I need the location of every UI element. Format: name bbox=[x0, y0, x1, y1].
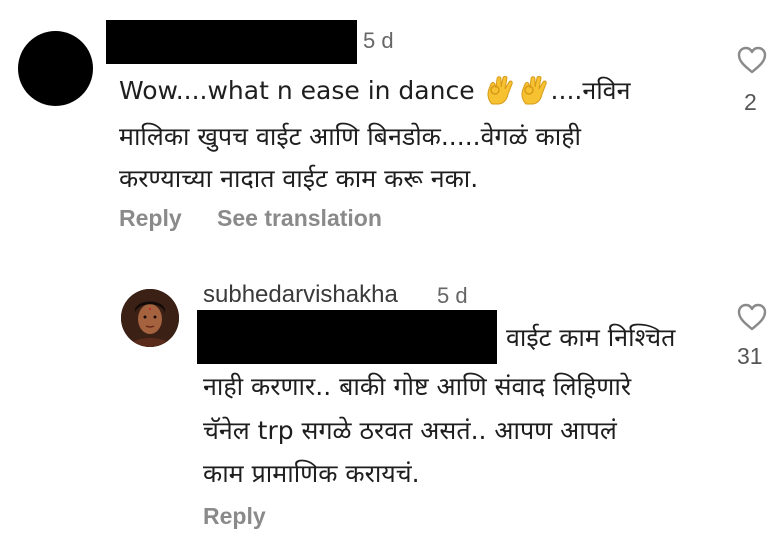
comment-2: subhedarvishakha 5 d वाईट काम निश्चित ना… bbox=[0, 0, 776, 553]
comment-text-line-3: चॅनेल trp सगळे ठरवत असतं.. आपण आपलं bbox=[203, 416, 617, 445]
comment-text-line-1: वाईट काम निश्चित bbox=[506, 323, 676, 352]
comment-text-line-2: नाही करणार.. बाकी गोष्ट आणि संवाद लिहिणा… bbox=[203, 372, 632, 401]
like-count: 31 bbox=[737, 343, 763, 369]
comment-time: 5 d bbox=[437, 283, 468, 308]
username[interactable]: subhedarvishakha bbox=[203, 281, 398, 309]
avatar[interactable] bbox=[121, 289, 179, 347]
heart-outline-icon[interactable] bbox=[736, 302, 768, 332]
redacted-mention bbox=[197, 310, 497, 364]
reply-button[interactable]: Reply bbox=[203, 503, 266, 530]
comment-text-line-4: काम प्रामाणिक करायचं. bbox=[203, 459, 420, 488]
